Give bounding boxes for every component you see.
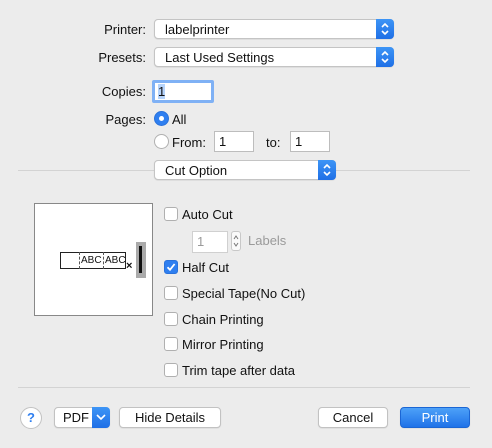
pages-all-label: All <box>172 112 187 127</box>
tape-text-1: ABC <box>81 255 102 266</box>
pdf-label: PDF <box>63 410 89 425</box>
help-button[interactable]: ? <box>20 407 42 429</box>
mirror-printing-label: Mirror Printing <box>182 337 264 352</box>
auto-cut-checkbox[interactable] <box>164 207 178 221</box>
cancel-button[interactable]: Cancel <box>318 407 388 428</box>
popup-arrows-icon <box>376 19 394 39</box>
half-cut-label: Half Cut <box>182 260 229 275</box>
labels-count-value: 1 <box>197 234 205 249</box>
label-preview: ABC ABC × <box>34 203 153 316</box>
copies-value: 1 <box>158 84 166 99</box>
separator <box>18 387 470 388</box>
auto-cut-label: Auto Cut <box>182 207 233 222</box>
copies-field[interactable]: 1 <box>152 80 214 103</box>
pages-from-field[interactable]: 1 <box>214 131 254 152</box>
copies-label: Copies: <box>101 84 146 99</box>
mirror-printing-checkbox[interactable] <box>164 337 178 351</box>
hide-details-button[interactable]: Hide Details <box>119 407 221 428</box>
special-tape-label: Special Tape(No Cut) <box>182 286 306 301</box>
pages-from-label: From: <box>172 135 206 150</box>
checkmark-icon <box>166 263 176 272</box>
pages-to-field[interactable]: 1 <box>290 131 330 152</box>
half-cut-checkbox[interactable] <box>164 260 178 274</box>
pages-label: Pages: <box>105 112 146 127</box>
stepper-arrows-icon <box>233 235 239 247</box>
labels-count-field[interactable]: 1 <box>192 231 228 253</box>
chain-printing-label: Chain Printing <box>182 312 264 327</box>
labels-stepper[interactable] <box>231 231 241 251</box>
pages-from-radio[interactable] <box>154 134 169 149</box>
printer-popup[interactable]: labelprinter <box>154 19 394 39</box>
pages-all-radio[interactable] <box>154 111 169 126</box>
pages-to-value: 1 <box>295 134 303 149</box>
special-tape-checkbox[interactable] <box>164 286 178 300</box>
cut-mark: × <box>126 260 133 272</box>
print-button[interactable]: Print <box>400 407 470 428</box>
cutter-icon <box>136 242 146 278</box>
pdf-menu-button[interactable]: PDF <box>54 407 110 428</box>
tape-text-2: ABC <box>105 255 126 266</box>
chevron-down-icon <box>92 407 110 428</box>
printer-value: labelprinter <box>165 22 230 37</box>
trim-tape-label: Trim tape after data <box>182 363 295 378</box>
pages-from-value: 1 <box>219 134 227 149</box>
chain-printing-checkbox[interactable] <box>164 312 178 326</box>
section-popup[interactable]: Cut Option <box>154 160 336 180</box>
labels-label: Labels <box>248 233 287 248</box>
presets-value: Last Used Settings <box>165 50 275 65</box>
printer-label: Printer: <box>104 22 146 37</box>
trim-tape-checkbox[interactable] <box>164 363 178 377</box>
presets-label: Presets: <box>98 50 146 65</box>
pages-to-label: to: <box>266 135 281 150</box>
section-value: Cut Option <box>165 163 228 178</box>
popup-arrows-icon <box>318 160 336 180</box>
popup-arrows-icon <box>376 47 394 67</box>
presets-popup[interactable]: Last Used Settings <box>154 47 394 67</box>
